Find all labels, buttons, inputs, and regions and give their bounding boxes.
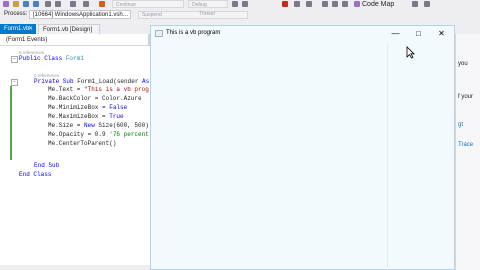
code-line-sub: Private Sub Form1_Load(sender As bbox=[34, 78, 150, 85]
collapse-icon[interactable]: − bbox=[11, 79, 18, 86]
debug-location-toolbar: Process: [10664] WindowsApplication1.vsh… bbox=[0, 9, 480, 21]
code-line-end-class: End Class bbox=[19, 171, 52, 178]
panel-text: you bbox=[458, 61, 468, 67]
toolbar-extra-icon[interactable] bbox=[424, 1, 430, 7]
collapse-icon[interactable]: − bbox=[11, 56, 18, 63]
code-line: Me.BackColor = Color.Azure bbox=[48, 95, 142, 102]
restart-icon[interactable] bbox=[294, 1, 300, 7]
debug-dropdown[interactable]: Debug bbox=[188, 0, 228, 8]
code-line: Me.Text = "This is a vb prog bbox=[48, 86, 149, 93]
tab-form1-design[interactable]: Form1.vb [Design] bbox=[38, 24, 100, 34]
window-title-bar[interactable]: This is a vb program — □ ✕ bbox=[151, 26, 454, 42]
undo-icon[interactable] bbox=[45, 1, 51, 7]
code-line: Me.CenterToParent() bbox=[48, 140, 117, 147]
mouse-pointer-icon bbox=[406, 46, 415, 59]
tab-form1-vb[interactable]: Form1.vb ✕ bbox=[0, 24, 36, 34]
continue-dropdown[interactable]: Continue bbox=[112, 0, 184, 8]
visual-studio-ide: Continue Debug Code Map Process: [10664]… bbox=[0, 0, 480, 270]
app-window-icon bbox=[155, 30, 163, 37]
code-editor[interactable]: 0 references − Public Class Form1 0 refe… bbox=[0, 46, 150, 270]
break-all-icon[interactable] bbox=[242, 1, 248, 7]
main-toolbar: Continue Debug Code Map bbox=[0, 0, 480, 9]
tab-label: Form1.vb bbox=[4, 26, 30, 32]
panel-link[interactable]: gt bbox=[458, 122, 463, 128]
events-dropdown[interactable]: (Form1 Events) bbox=[6, 37, 47, 43]
behind-window-divider bbox=[387, 42, 388, 270]
navigate-forward-icon[interactable] bbox=[83, 1, 89, 7]
navigate-back-icon[interactable] bbox=[70, 1, 76, 7]
code-map-button[interactable]: Code Map bbox=[362, 0, 394, 9]
refresh-icon[interactable] bbox=[99, 1, 105, 7]
process-label: Process: bbox=[4, 11, 28, 17]
code-line: Me.Opacity = 0.9 '76 percent bbox=[48, 131, 149, 138]
close-button[interactable]: ✕ bbox=[430, 26, 453, 42]
stop-debugging-icon[interactable] bbox=[282, 1, 288, 7]
code-line: Me.Size = New Size(600, 500) bbox=[48, 122, 149, 129]
code-line: Me.MaximizeBox = True bbox=[48, 113, 124, 120]
window-title: This is a vb program bbox=[166, 30, 221, 36]
code-map-icon[interactable] bbox=[354, 1, 360, 7]
running-form-window[interactable]: This is a vb program — □ ✕ bbox=[150, 25, 455, 270]
open-folder-icon[interactable] bbox=[13, 1, 19, 7]
toolbar-options-icon[interactable] bbox=[412, 1, 418, 7]
pause-icon[interactable] bbox=[232, 1, 238, 7]
close-icon[interactable]: ✕ bbox=[28, 24, 33, 34]
solution-explorer-panel: you f your gt Trace bbox=[455, 34, 480, 270]
show-next-statement-icon[interactable] bbox=[306, 1, 312, 7]
maximize-button[interactable]: □ bbox=[407, 26, 430, 42]
redo-icon[interactable] bbox=[55, 1, 61, 7]
step-out-icon[interactable] bbox=[342, 1, 348, 7]
status-bar bbox=[0, 265, 153, 270]
code-line-end-sub: End Sub bbox=[34, 162, 60, 169]
process-dropdown[interactable]: [10664] WindowsApplication1.vsh… bbox=[29, 10, 131, 19]
tab-label: Form1.vb [Design] bbox=[43, 27, 93, 33]
solution-icon[interactable] bbox=[3, 1, 9, 7]
panel-text: f your bbox=[458, 94, 474, 100]
save-icon[interactable] bbox=[23, 1, 29, 7]
save-all-icon[interactable] bbox=[33, 1, 39, 7]
code-line-class: Public Class Form1 bbox=[19, 55, 84, 62]
code-navigation-bar: (Form1 Events) bbox=[0, 34, 150, 46]
thread-dropdown[interactable]: Thread bbox=[196, 11, 246, 19]
panel-link[interactable]: Trace bbox=[458, 142, 473, 148]
minimize-button[interactable]: — bbox=[384, 26, 407, 42]
code-line: Me.MinimizeBox = False bbox=[48, 104, 128, 111]
step-into-icon[interactable] bbox=[322, 1, 328, 7]
step-over-icon[interactable] bbox=[332, 1, 338, 7]
change-marker bbox=[10, 86, 12, 160]
